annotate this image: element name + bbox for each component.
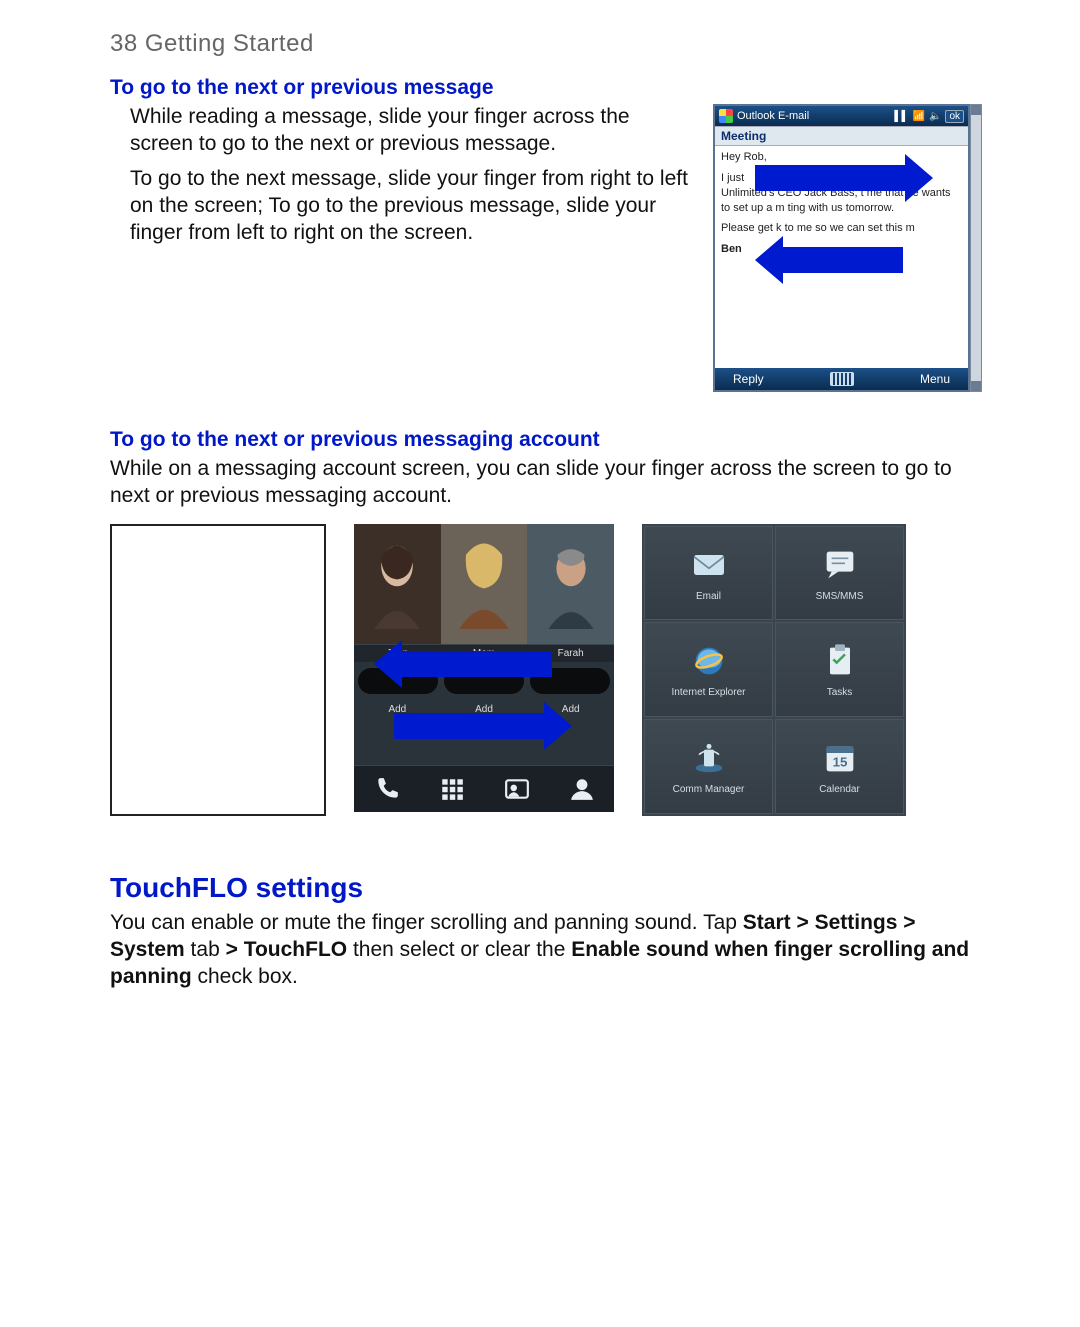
program-tile: Internet Explorer	[644, 622, 773, 717]
programs-screenshot: Email SMS/MMS Internet Explorer Tasks Co…	[642, 524, 906, 816]
svg-text:15: 15	[832, 754, 847, 769]
phone-status-bar: Outlook E-mail ▌▌ 📶 🔈 ok	[715, 106, 968, 126]
swipe-right-arrow-icon	[394, 708, 572, 744]
program-label: Tasks	[827, 687, 853, 698]
windows-start-icon	[719, 109, 733, 123]
touchflo-paragraph: You can enable or mute the finger scroll…	[110, 910, 970, 991]
email-body: Hey Rob, I just Unlimited's CEO Jack Bas…	[715, 146, 968, 368]
contact-photo	[354, 524, 441, 644]
menu-softkey: Menu	[920, 372, 950, 386]
ok-button: ok	[945, 110, 964, 123]
program-tile: 15 Calendar	[775, 719, 904, 814]
swipe-right-arrow-icon	[755, 160, 933, 196]
scroll-up-icon	[971, 105, 981, 115]
email-icon	[689, 545, 729, 585]
person-icon	[569, 776, 595, 802]
sms-icon	[820, 545, 860, 585]
section-heading-nav-message: To go to the next or previous message	[110, 76, 970, 100]
contact-photo	[527, 524, 614, 644]
section2-para: While on a messaging account screen, you…	[110, 456, 970, 510]
tasks-icon	[820, 641, 860, 681]
program-label: SMS/MMS	[816, 591, 864, 602]
email-screenshot: Outlook E-mail ▌▌ 📶 🔈 ok Meeting Hey Rob…	[713, 104, 970, 392]
keypad-icon	[439, 776, 465, 802]
text: You can enable or mute the finger scroll…	[110, 911, 743, 934]
program-tile: Tasks	[775, 622, 904, 717]
email-line: Please get	[721, 222, 773, 234]
signal-bars-icon: 📶	[913, 111, 925, 122]
touchflo-heading: TouchFLO settings	[110, 872, 970, 904]
phone-bottom-bar: Reply Menu	[715, 368, 968, 390]
section1-para2: To go to the next message, slide your fi…	[130, 166, 689, 247]
text: tab	[185, 938, 226, 961]
program-label: Comm Manager	[673, 784, 745, 795]
phone-app-title: Outlook E-mail	[737, 110, 809, 122]
program-tile: Email	[644, 526, 773, 621]
contacts-screenshot: Joan Mom Farah Add Add Add	[354, 524, 614, 812]
swipe-left-arrow-icon	[374, 646, 552, 682]
signal-icon: ▌▌	[894, 111, 908, 122]
email-line: k to me so we can set this m	[776, 222, 915, 234]
reply-softkey: Reply	[733, 372, 764, 386]
contact-photo	[441, 524, 528, 644]
email-subject: Meeting	[715, 126, 968, 146]
phone-icon	[374, 776, 400, 802]
section-heading-nav-account: To go to the next or previous messaging …	[110, 428, 970, 452]
program-label: Internet Explorer	[672, 687, 746, 698]
swipe-left-arrow-icon	[755, 242, 903, 278]
calendar-icon: 15	[820, 738, 860, 778]
text-bold: > TouchFLO	[226, 938, 348, 961]
page-header: 38 Getting Started	[110, 30, 970, 58]
manual-page: 38 Getting Started To go to the next or …	[0, 0, 1080, 1058]
volume-icon: 🔈	[929, 111, 941, 122]
internet-explorer-icon	[689, 641, 729, 681]
program-tile: Comm Manager	[644, 719, 773, 814]
phone-scrollbar	[970, 104, 982, 392]
blank-screenshot-placeholder	[110, 524, 326, 816]
program-tile: SMS/MMS	[775, 526, 904, 621]
text: check box.	[192, 965, 298, 988]
keyboard-icon	[830, 372, 854, 386]
section1-para1: While reading a message, slide your fing…	[130, 104, 689, 158]
contact-card-icon	[504, 776, 530, 802]
scroll-down-icon	[971, 381, 981, 391]
program-label: Email	[696, 591, 721, 602]
email-line: ting with us tomorrow.	[788, 202, 894, 214]
comm-manager-icon	[689, 738, 729, 778]
email-line: I just	[721, 172, 744, 184]
program-label: Calendar	[819, 784, 860, 795]
text: then select or clear the	[347, 938, 571, 961]
